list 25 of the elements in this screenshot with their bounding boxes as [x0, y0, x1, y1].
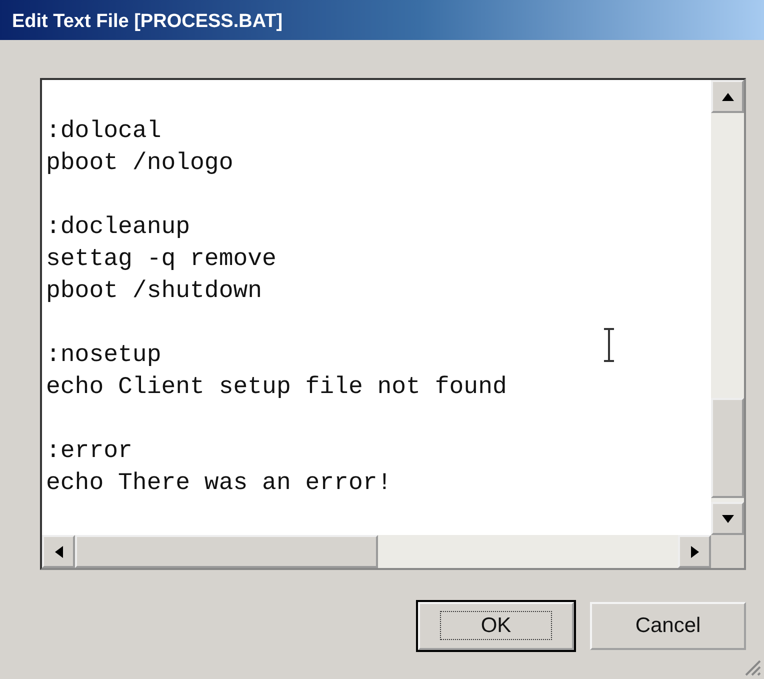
cancel-button[interactable]: Cancel	[590, 602, 746, 650]
scrollbar-thumb[interactable]	[711, 398, 744, 498]
code-line: :docleanup	[46, 213, 190, 243]
code-line: :nosetup	[46, 341, 162, 371]
scroll-right-button[interactable]	[678, 535, 711, 568]
scroll-up-button[interactable]	[711, 80, 744, 113]
arrow-up-icon	[722, 92, 734, 100]
arrow-left-icon	[54, 546, 62, 558]
scroll-left-button[interactable]	[42, 535, 75, 568]
window-title: Edit Text File [PROCESS.BAT]	[0, 0, 764, 40]
code-line: echo Client setup file not found	[46, 373, 507, 403]
code-line: :dolocal	[46, 117, 162, 147]
code-line: pboot /nologo	[46, 149, 234, 179]
ok-button[interactable]: OK	[418, 602, 574, 650]
arrow-right-icon	[690, 546, 698, 558]
text-editor[interactable]: :dolocal pboot /nologo :docleanup settag -q remove pboot /shutdown :nosetup echo Client setup file not found :error echo There was an error!	[40, 78, 746, 570]
code-line: pboot /shutdown	[46, 277, 262, 307]
code-line: settag -q remove	[46, 245, 276, 275]
scrollbar-thumb[interactable]	[75, 535, 378, 568]
code-line: :error	[46, 437, 132, 467]
code-line: echo There was an error!	[46, 469, 392, 499]
scrollbar-corner	[711, 535, 744, 568]
arrow-down-icon	[722, 514, 734, 522]
text-cursor-icon	[602, 328, 616, 362]
scroll-down-button[interactable]	[711, 502, 744, 535]
